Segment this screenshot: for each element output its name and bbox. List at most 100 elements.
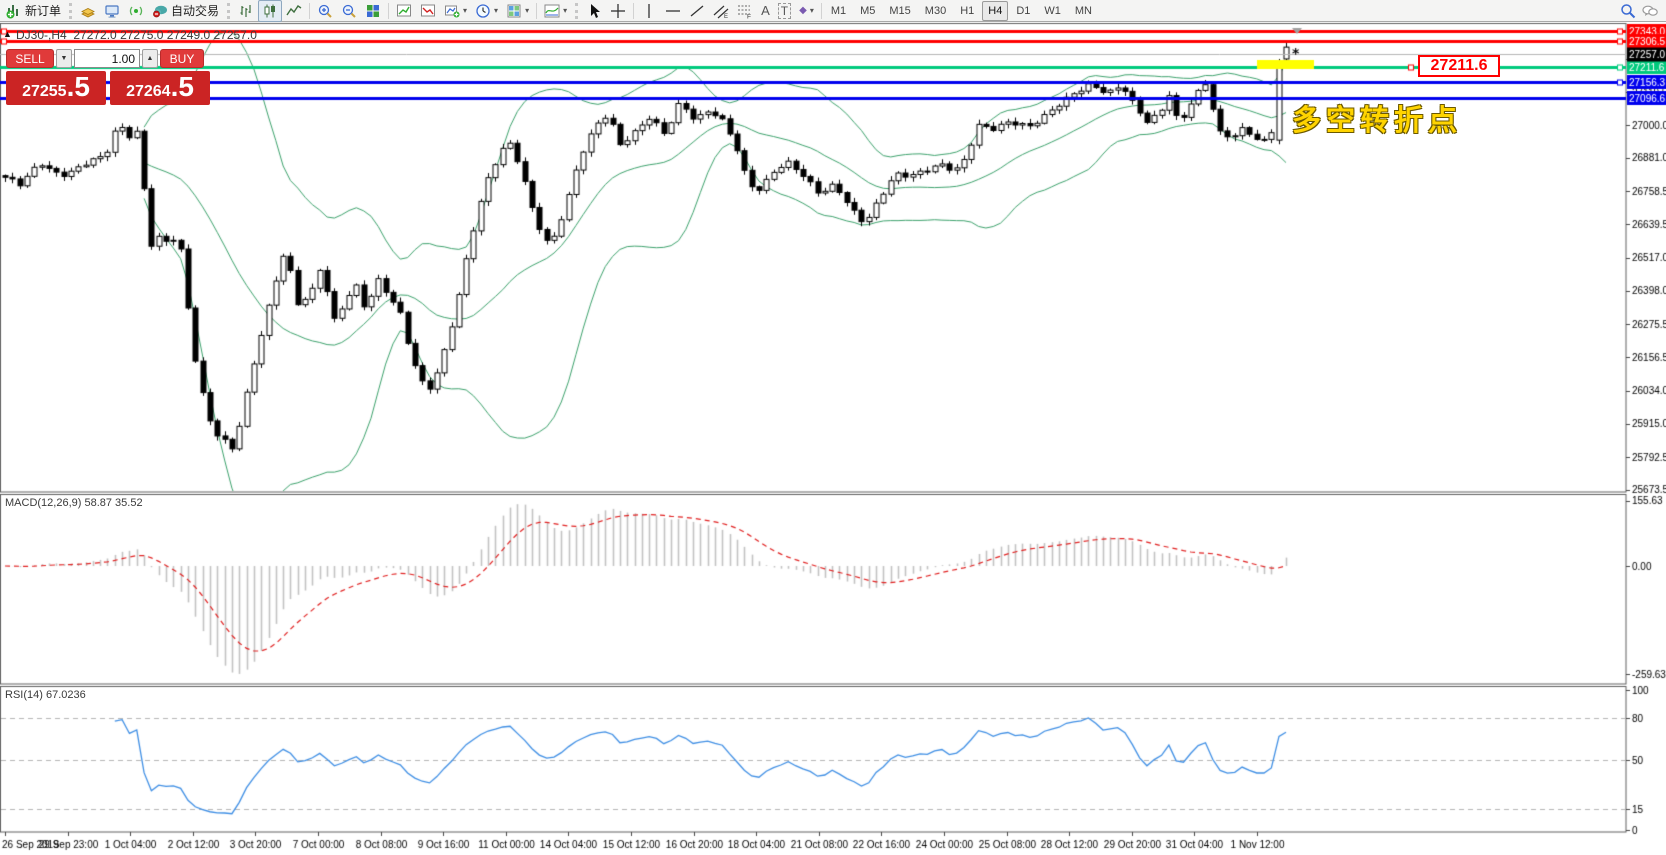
vline-tool-button[interactable] [637,0,661,22]
tf-D1[interactable]: D1 [1010,1,1036,21]
chart-down-arrow-icon [420,3,436,19]
search-icon[interactable] [1620,3,1636,19]
signals-button[interactable] [124,0,148,22]
dropdown-arrow-icon: ▾ [525,7,529,15]
text-tool-button[interactable]: A [757,0,774,22]
sell-price-pip: .5 [67,72,90,102]
price-annotation-tag[interactable]: 27211.6 [1418,55,1500,77]
trendline-icon [689,3,705,19]
cursor-icon [586,3,602,19]
zoom-in-button[interactable] [313,0,337,22]
candlestick-icon [262,3,278,19]
volume-up-button[interactable]: ▲ [142,49,158,68]
fibonacci-icon: F [737,3,753,19]
toolbar: 新订单 自动交易 [0,0,1666,22]
buy-price-main: 27264 [126,75,171,109]
new-order-button[interactable]: 新订单 [2,0,65,22]
tf-H4[interactable]: H4 [982,1,1008,21]
crosshair-button[interactable] [606,0,630,22]
crosshair-icon [610,3,626,19]
text-tool-icon: A [761,3,770,18]
toolbar-grip [575,3,578,19]
add-indicator-icon [444,3,460,19]
bar-chart-icon [238,3,254,19]
toolbar-separator [536,3,537,19]
line-chart-mode-button[interactable] [282,0,306,22]
macd-indicator-label: MACD(12,26,9) 58.87 35.52 [5,497,143,509]
terminal-icon [104,3,120,19]
dropdown-arrow-icon: ▾ [494,7,498,15]
chart-up-arrow-icon [396,3,412,19]
label-tool-button[interactable]: T [774,0,795,22]
channel-tool-button[interactable]: E [709,0,733,22]
tile-windows-icon [365,3,381,19]
sell-price-main: 27255 [22,75,67,109]
cursor-button[interactable] [582,0,606,22]
history-center-button[interactable] [76,0,100,22]
line-chart-icon [286,3,302,19]
autotrade-icon [152,3,168,19]
new-order-label: 新订单 [25,2,61,19]
panel-collapse-arrow[interactable]: ▲ [3,29,12,39]
dropdown-arrow-icon: ▾ [563,7,567,15]
zoom-out-button[interactable] [337,0,361,22]
buy-price-box[interactable]: 27264.5 [110,71,210,105]
svg-text:F: F [747,13,751,19]
dropdown-arrow-icon: ▾ [463,7,467,15]
clock-icon [475,3,491,19]
toolbar-separator [821,3,822,19]
periods-button[interactable]: ▾ [471,0,502,22]
signal-icon [128,3,144,19]
equidistant-channel-icon: E [713,3,729,19]
arrows-tool-button[interactable]: ◆ ▾ [795,0,818,22]
horizontal-line-icon [665,3,681,19]
toolbar-separator [633,3,634,19]
toolbar-grip [227,3,230,19]
dropdown-arrow-icon: ▾ [810,7,814,15]
tf-M30[interactable]: M30 [919,1,952,21]
timeframe-bar: M1M5M15M30H1H4D1W1MN [825,1,1098,21]
tf-H1[interactable]: H1 [954,1,980,21]
line-style-preview-icon [544,3,560,19]
indicators-button[interactable]: ▾ [440,0,471,22]
autotrade-button[interactable]: 自动交易 [148,0,223,22]
one-click-trade-panel: SELL ▼ 1.00 ▲ BUY 27255.5 27264.5 [6,49,210,105]
fibonacci-tool-button[interactable]: F [733,0,757,22]
zoom-out-icon [341,3,357,19]
profile-long-button[interactable] [392,0,416,22]
autotrade-label: 自动交易 [171,2,219,19]
shapes-icon: ◆ [799,5,807,16]
toolbar-separator [388,3,389,19]
tf-W1[interactable]: W1 [1038,1,1067,21]
trendline-tool-button[interactable] [685,0,709,22]
text-label-icon: T [778,3,791,19]
templates-button[interactable]: ▾ [502,0,533,22]
profile-short-button[interactable] [416,0,440,22]
sell-price-box[interactable]: 27255.5 [6,71,106,105]
tile-windows-button[interactable] [361,0,385,22]
history-book-icon [80,3,96,19]
chinese-annotation-text: 多空转折点 [1292,97,1462,139]
line-style-button[interactable]: ▾ [540,0,571,22]
hline-tool-button[interactable] [661,0,685,22]
new-order-icon [6,3,22,19]
buy-button[interactable]: BUY [160,49,204,68]
volume-field[interactable]: 1.00 [74,49,140,68]
zoom-in-icon [317,3,333,19]
tf-M5[interactable]: M5 [854,1,881,21]
volume-down-button[interactable]: ▼ [56,49,72,68]
candle-chart-mode-button[interactable] [258,0,282,22]
toolbar-grip [69,3,72,19]
sell-button[interactable]: SELL [6,49,54,68]
template-grid-icon [506,3,522,19]
svg-text:E: E [724,14,728,19]
tf-M1[interactable]: M1 [825,1,852,21]
chat-icon[interactable] [1642,3,1658,19]
symbol-ohlc-header: DJ30-,H4 27272.0 27275.0 27249.0 27257.0 [16,28,257,42]
tf-M15[interactable]: M15 [883,1,916,21]
terminal-button[interactable] [100,0,124,22]
buy-price-pip: .5 [171,72,194,102]
tf-MN[interactable]: MN [1069,1,1098,21]
vertical-line-icon [641,3,657,19]
bar-chart-mode-button[interactable] [234,0,258,22]
